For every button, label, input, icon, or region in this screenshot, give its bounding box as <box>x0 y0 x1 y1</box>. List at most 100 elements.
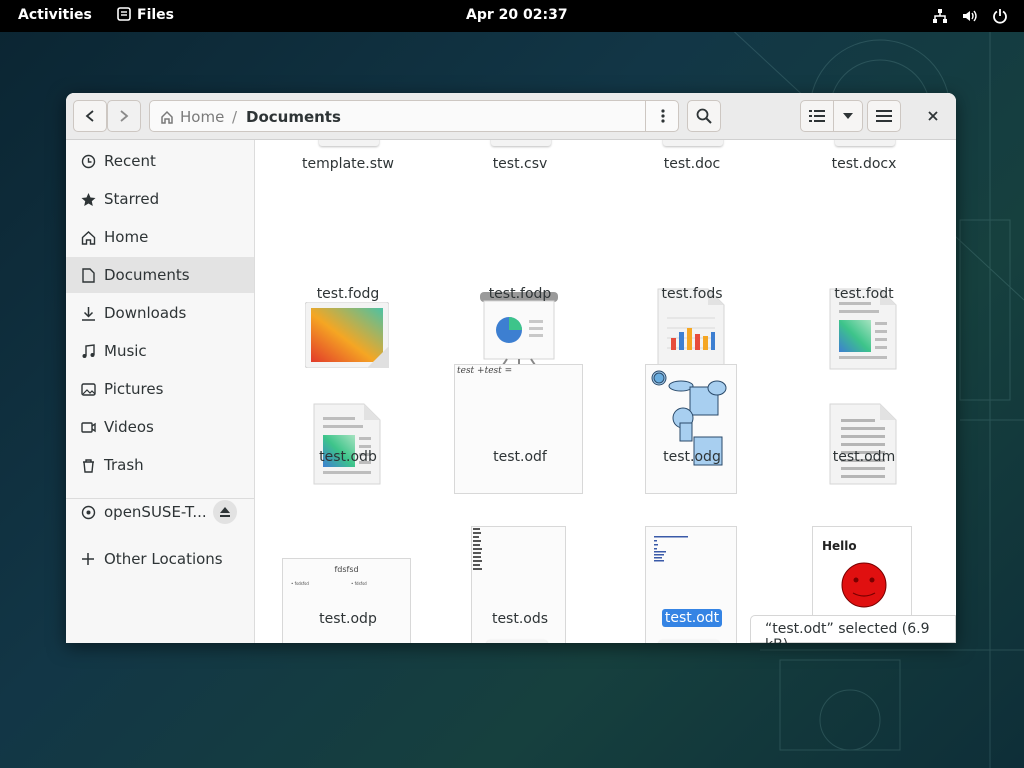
back-button[interactable] <box>73 100 107 132</box>
selected-file-name: test.odt <box>661 609 723 627</box>
database-file-icon[interactable] <box>313 403 381 485</box>
sidebar-item-videos[interactable]: Videos <box>66 409 254 445</box>
sidebar-item-pictures[interactable]: Pictures <box>66 371 254 407</box>
activities-button[interactable]: Activities <box>18 7 92 23</box>
path-bar: Home / Documents <box>149 100 679 132</box>
selection-status: “test.odt” selected (6.9 kB) <box>750 615 956 643</box>
eject-button[interactable] <box>213 500 237 524</box>
music-icon <box>80 343 96 359</box>
list-view-icon <box>809 110 825 122</box>
drawing-file-thumbnail[interactable] <box>645 364 737 494</box>
document-icon <box>80 267 96 283</box>
file-label[interactable]: test.fods <box>627 286 757 302</box>
location-menu-button[interactable] <box>645 100 679 132</box>
sidebar-item-starred[interactable]: Starred <box>66 181 254 217</box>
file-label[interactable]: test.fodt <box>799 286 929 302</box>
file-label[interactable]: test.fodp <box>455 286 585 302</box>
file-label[interactable]: test.odf <box>455 449 585 465</box>
file-label[interactable]: test.odm <box>799 449 929 465</box>
file-thumbnail[interactable] <box>659 640 719 643</box>
star-icon <box>80 191 96 207</box>
file-label[interactable]: test.doc <box>627 156 757 172</box>
file-label[interactable]: test.docx <box>799 156 929 172</box>
sidebar-item-label: Starred <box>104 190 160 208</box>
sidebar-item-label: openSUSE-T... <box>104 503 207 521</box>
file-label[interactable]: test.odb <box>283 449 413 465</box>
network-icon[interactable] <box>932 8 948 24</box>
plus-icon <box>80 551 96 567</box>
sidebar-item-label: Home <box>104 228 149 246</box>
sidebar-item-device[interactable]: openSUSE-T... <box>66 494 254 530</box>
sidebar-item-label: Music <box>104 342 147 360</box>
volume-icon[interactable] <box>962 8 978 24</box>
file-grid: template.stw test.csv test.doc test.docx… <box>255 140 956 643</box>
files-window: Home / Documents Recent Starred Home Doc… <box>66 93 956 643</box>
chevron-left-icon <box>85 110 94 122</box>
list-view-button[interactable] <box>800 100 834 132</box>
system-tray[interactable] <box>932 8 1008 24</box>
file-label[interactable]: test.ods <box>455 611 585 627</box>
sidebar-item-label: Videos <box>104 418 154 436</box>
path-separator: / <box>232 108 238 126</box>
file-label[interactable]: test.csv <box>455 156 585 172</box>
file-thumbnail[interactable] <box>663 140 723 146</box>
app-menu[interactable]: Files <box>117 7 174 23</box>
video-icon <box>80 419 96 435</box>
sidebar-item-downloads[interactable]: Downloads <box>66 295 254 331</box>
path-home-button[interactable]: Home <box>160 108 224 126</box>
top-bar: Activities Files Apr 20 02:37 <box>0 0 1024 32</box>
main-menu-button[interactable] <box>867 100 901 132</box>
clock[interactable]: Apr 20 02:37 <box>466 7 568 23</box>
file-label[interactable]: test.odp <box>283 611 413 627</box>
header-bar: Home / Documents <box>66 93 956 140</box>
sidebar-item-other-locations[interactable]: Other Locations <box>66 541 254 577</box>
eject-icon <box>220 507 230 517</box>
presentation-preview-bullet: • fdsfsd <box>351 581 367 586</box>
view-options-button[interactable] <box>833 100 863 132</box>
sidebar-item-music[interactable]: Music <box>66 333 254 369</box>
chevron-down-icon <box>843 113 853 119</box>
sidebar-item-documents[interactable]: Documents <box>66 257 254 293</box>
disc-icon <box>80 504 96 520</box>
formula-file-thumbnail[interactable]: test +test = <box>454 364 583 494</box>
sidebar-item-label: Trash <box>104 456 144 474</box>
presentation-preview-bullet: • fsdsfsd <box>291 581 309 586</box>
sidebar-item-label: Pictures <box>104 380 164 398</box>
search-icon <box>696 108 712 124</box>
power-icon[interactable] <box>992 8 1008 24</box>
sidebar-item-label: Documents <box>104 266 190 284</box>
sidebar-item-label: Other Locations <box>104 550 223 568</box>
close-button[interactable] <box>917 100 949 132</box>
presentation-preview-title: fdsfsd <box>334 565 359 574</box>
vertical-dots-icon <box>660 109 665 123</box>
sidebar-item-recent[interactable]: Recent <box>66 143 254 179</box>
drawing-file-icon[interactable] <box>304 301 390 369</box>
hamburger-icon <box>876 110 892 122</box>
search-button[interactable] <box>687 100 721 132</box>
file-thumbnail[interactable] <box>319 140 379 146</box>
file-thumbnail[interactable] <box>491 140 551 146</box>
sidebar-item-trash[interactable]: Trash <box>66 447 254 483</box>
forward-button[interactable] <box>107 100 141 132</box>
sidebar-item-label: Recent <box>104 152 156 170</box>
path-current[interactable]: Documents <box>246 108 341 126</box>
file-thumbnail[interactable] <box>487 640 547 643</box>
files-icon <box>117 7 131 21</box>
picture-icon <box>80 381 96 397</box>
file-label[interactable]: test.fodg <box>283 286 413 302</box>
sidebar-item-home[interactable]: Home <box>66 219 254 255</box>
home-icon <box>161 110 173 124</box>
chevron-right-icon <box>120 110 129 122</box>
app-name: Files <box>137 7 174 23</box>
file-label[interactable]: test.odg <box>627 449 757 465</box>
presentation-file-icon[interactable] <box>479 292 559 372</box>
sidebar: Recent Starred Home Documents Downloads … <box>66 140 255 643</box>
file-thumbnail[interactable] <box>835 140 895 146</box>
file-label[interactable]: template.stw <box>283 156 413 172</box>
file-label-selected[interactable]: test.odt <box>627 609 757 627</box>
master-document-file-icon[interactable] <box>829 403 897 485</box>
download-icon <box>80 305 96 321</box>
presentation-file-thumbnail[interactable]: fdsfsd • fsdsfsd • fdsfsd <box>282 558 411 643</box>
home-icon <box>80 229 96 245</box>
sidebar-item-label: Downloads <box>104 304 187 322</box>
